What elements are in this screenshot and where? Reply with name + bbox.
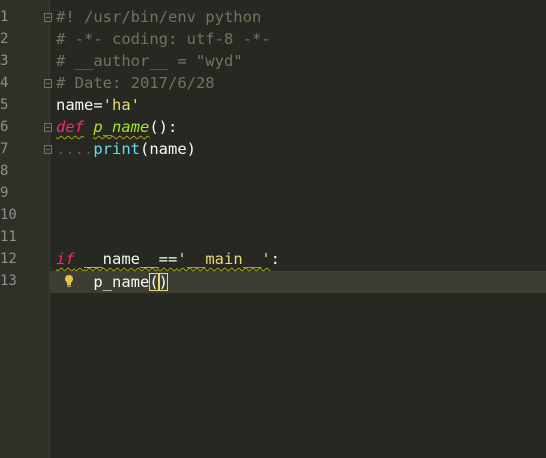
code-line-6[interactable]: def p_name(): xyxy=(56,116,546,138)
print-builtin: print xyxy=(93,140,140,158)
line-number: 12 xyxy=(0,251,17,267)
function-call: p_name xyxy=(93,273,150,291)
function-signature-punct: (): xyxy=(149,118,178,136)
code-line-1[interactable]: #! /usr/bin/env python xyxy=(56,6,546,28)
line-number: 7 xyxy=(0,141,9,157)
line-number: 6 xyxy=(0,119,9,135)
code-line-13[interactable]: p_name() xyxy=(56,271,546,293)
line-number: 10 xyxy=(0,207,17,223)
encoding-comment: # -*- coding: utf-8 -*- xyxy=(56,30,271,48)
code-line-4[interactable]: # Date: 2017/6/28 xyxy=(56,72,546,94)
print-args: (name) xyxy=(140,140,196,158)
code-line-2[interactable]: # -*- coding: utf-8 -*- xyxy=(56,28,546,50)
dunder-name: __name__ xyxy=(84,250,159,268)
open-paren-match: ( xyxy=(149,273,159,291)
equals-operator: == xyxy=(158,250,178,268)
indent-guide: .... xyxy=(56,140,94,158)
line-number: 9 xyxy=(0,185,9,201)
line-number-gutter[interactable]: 1 2 3 4 5 6 7 8 9 10 11 12 13 xyxy=(0,0,52,458)
date-comment: # Date: 2017/6/28 xyxy=(56,74,215,92)
line-number: 2 xyxy=(0,31,9,47)
if-colon: : xyxy=(270,250,281,268)
main-string: '__main__' xyxy=(177,250,271,268)
code-line-3[interactable]: # __author__ = "wyd" xyxy=(56,50,546,72)
string-literal: 'ha' xyxy=(102,96,140,114)
line-number: 11 xyxy=(0,229,17,245)
line-number: 1 xyxy=(0,9,9,25)
close-paren-match: ) xyxy=(158,273,169,291)
line-number: 3 xyxy=(0,53,9,69)
shebang-comment: #! /usr/bin/env python xyxy=(56,8,262,26)
code-line-7[interactable]: ....print(name) xyxy=(56,138,546,160)
line-number: 4 xyxy=(0,75,9,91)
code-line-12[interactable]: if __name__=='__main__': xyxy=(56,248,546,270)
code-area[interactable]: #! /usr/bin/env python # -*- coding: utf… xyxy=(50,0,546,458)
def-keyword: def xyxy=(56,118,84,136)
line-number: 8 xyxy=(0,163,9,179)
author-comment: # __author__ = "wyd" xyxy=(56,52,243,70)
line-number: 13 xyxy=(0,273,17,289)
line-number: 5 xyxy=(0,97,9,113)
assignment-target: name= xyxy=(56,96,103,114)
lightbulb-icon[interactable] xyxy=(64,274,74,288)
function-name: p_name xyxy=(93,118,150,136)
code-line-5[interactable]: name='ha' xyxy=(56,94,546,116)
if-keyword: if xyxy=(56,250,75,268)
code-editor[interactable]: 1 2 3 4 5 6 7 8 9 10 11 12 13 #! /usr/bi… xyxy=(0,0,546,458)
